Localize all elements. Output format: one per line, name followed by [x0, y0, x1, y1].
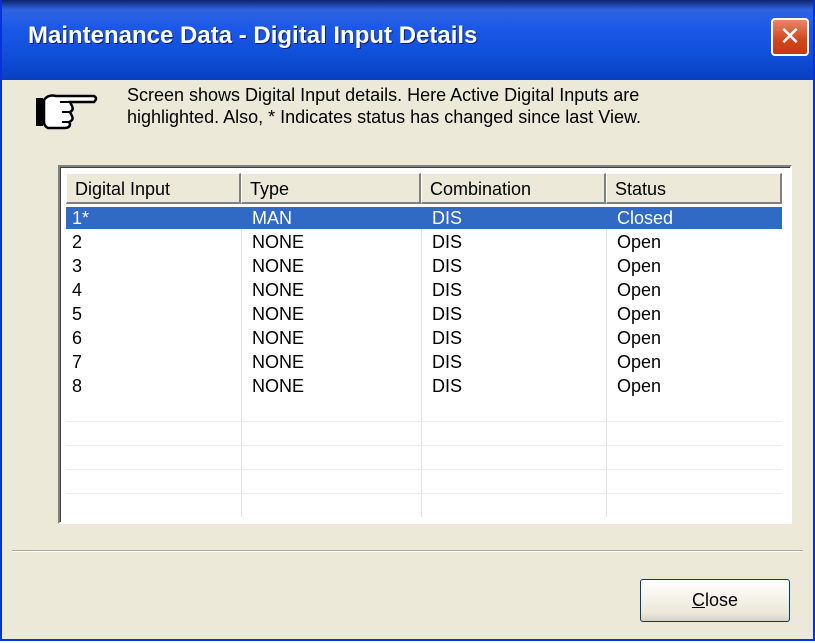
cell-combination: DIS [432, 232, 463, 252]
cell-digital-input: 1* [72, 208, 90, 228]
cell-combination: DIS [432, 256, 463, 276]
cell-combination: DIS [432, 328, 463, 348]
cell-status: Open [617, 256, 662, 276]
column-header-combination[interactable]: Combination [421, 173, 606, 204]
cell-status: Open [617, 352, 662, 372]
empty-row-line [66, 421, 782, 422]
cell-status: Open [617, 232, 662, 252]
close-button[interactable]: Close [640, 579, 790, 622]
separator-line [12, 550, 803, 552]
column-header-digital-input[interactable]: Digital Input [66, 173, 241, 204]
cell-status: Open [617, 280, 662, 300]
column-header-status[interactable]: Status [606, 173, 782, 204]
cell-digital-input: 3 [72, 256, 83, 276]
cell-type: NONE [252, 280, 305, 300]
list-body: 1* MAN DIS Closed 2 NONE DIS Open 3 NONE DIS Open 4 N… [66, 207, 782, 517]
cell-type: NONE [252, 256, 305, 276]
empty-row-line [66, 469, 782, 470]
title-bar[interactable]: Maintenance Data - Digital Input Details… [2, 0, 813, 80]
table-row[interactable]: 1* MAN DIS Closed [66, 207, 782, 229]
window-title: Maintenance Data - Digital Input Details [28, 22, 478, 49]
empty-row-line [66, 445, 782, 446]
digital-input-list[interactable]: Digital Input Type Combination Status 1*… [58, 165, 792, 524]
table-row[interactable]: 8 NONE DIS Open [66, 375, 782, 397]
cell-status: Open [617, 328, 662, 348]
cell-combination: DIS [432, 376, 463, 396]
column-header-type[interactable]: Type [241, 173, 421, 204]
cell-digital-input: 6 [72, 328, 83, 348]
close-button-label: lose [704, 590, 739, 610]
close-window-icon[interactable]: ✕ [771, 18, 809, 56]
cell-digital-input: 2 [72, 232, 83, 252]
cell-digital-input: 4 [72, 280, 83, 300]
table-row[interactable]: 5 NONE DIS Open [66, 303, 782, 325]
cell-digital-input: 5 [72, 304, 83, 324]
cell-type: NONE [252, 232, 305, 252]
cell-digital-input: 7 [72, 352, 83, 372]
cell-type: NONE [252, 376, 305, 396]
table-row[interactable]: 6 NONE DIS Open [66, 327, 782, 349]
hint-text: Screen shows Digital Input details. Here… [127, 84, 807, 128]
table-row[interactable]: 7 NONE DIS Open [66, 351, 782, 373]
cell-status: Open [617, 376, 662, 396]
table-row[interactable]: 4 NONE DIS Open [66, 279, 782, 301]
cell-combination: DIS [432, 280, 463, 300]
cell-combination: DIS [432, 304, 463, 324]
cell-combination: DIS [432, 352, 463, 372]
cell-status: Open [617, 304, 662, 324]
hint-line-1: Screen shows Digital Input details. Here… [127, 85, 640, 105]
cell-combination: DIS [432, 208, 463, 228]
pointing-hand-icon [36, 94, 98, 130]
cell-digital-input: 8 [72, 376, 83, 396]
list-header: Digital Input Type Combination Status [66, 173, 782, 206]
table-row[interactable]: 3 NONE DIS Open [66, 255, 782, 277]
cell-type: MAN [252, 208, 292, 228]
cell-type: NONE [252, 328, 305, 348]
empty-row-line [66, 493, 782, 494]
dialog-window: Maintenance Data - Digital Input Details… [0, 0, 815, 641]
cell-type: NONE [252, 352, 305, 372]
hint-line-2: highlighted. Also, * Indicates status ha… [127, 107, 641, 127]
cell-status: Closed [617, 208, 674, 228]
table-row[interactable]: 2 NONE DIS Open [66, 231, 782, 253]
close-button-mnemonic: C [691, 590, 705, 610]
cell-type: NONE [252, 304, 305, 324]
